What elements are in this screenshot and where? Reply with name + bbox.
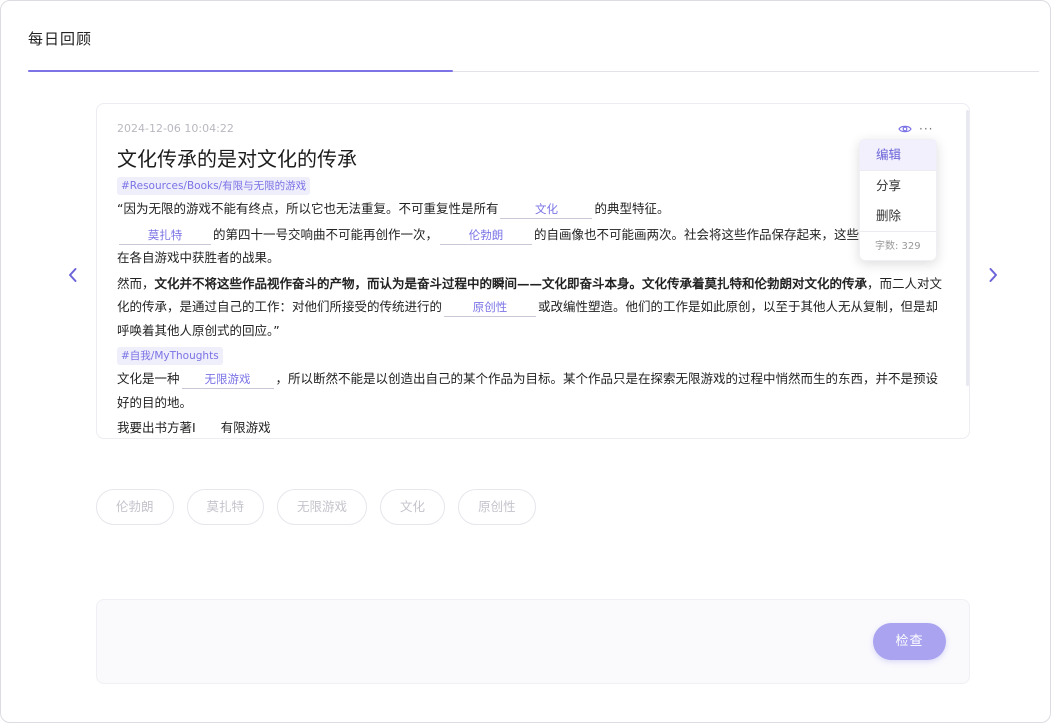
- progress-fill: [28, 70, 453, 72]
- text: 的典型特征。: [594, 201, 670, 216]
- more-options-icon[interactable]: ···: [919, 122, 933, 136]
- menu-item-edit[interactable]: 编辑: [860, 140, 936, 170]
- text: “因为无限的游戏不能有终点，所以它也无法重复。不可重复性是所有: [117, 201, 499, 216]
- cloze-blank-culture[interactable]: 文化: [500, 200, 593, 219]
- text: 的第四十一号交响曲不可能再创作一次，: [213, 226, 439, 242]
- card-title: 文化传承的是对文化的传承: [117, 147, 357, 171]
- cloze-blank-infinite-game[interactable]: 无限游戏: [181, 370, 274, 389]
- text: 然而，: [117, 275, 155, 291]
- chip-mozart[interactable]: 莫扎特: [186, 489, 265, 525]
- paragraph-3: 然而，文化并不将这些作品视作奋斗的产物，而认为是奋斗过程中的瞬间——文化即奋斗本…: [117, 272, 947, 343]
- card-scrollbar[interactable]: [966, 110, 969, 386]
- progress-track: [28, 70, 1039, 72]
- tag-resources[interactable]: #Resources/Books/有限与无限的游戏: [117, 177, 311, 195]
- card-timestamp: 2024-12-06 10:04:22: [117, 122, 234, 135]
- page-title: 每日回顾: [28, 30, 93, 48]
- text: 的自画像也不可能画两次。社会将这些作品保存起来，这些作品也: [534, 226, 897, 242]
- next-card-button[interactable]: [983, 263, 1003, 287]
- bold-text: 文化并不将这些作品视作奋斗的产物，而认为是奋斗过程中的瞬间——文化即奋斗本身。文…: [154, 275, 868, 291]
- paragraph-1: “因为无限的游戏不能有终点，所以它也无法重复。不可重复性是所有 文化 的典型特征。: [117, 197, 947, 221]
- paragraph-5: 我要出书方著I 有限游戏: [117, 416, 947, 438]
- paragraph-4: 文化是一种 无限游戏 ，所以断然不能是以创造出自己的某个作品为目标。某个作品只是在探…: [117, 367, 947, 414]
- paragraph-2: 莫扎特 的第四十一号交响曲不可能再创作一次， 伦勃朗 的自画像也不可能画两次。社会将这…: [117, 223, 947, 270]
- word-count: 字数: 329: [875, 241, 921, 252]
- chevron-right-icon: [989, 268, 997, 282]
- daily-review-window: 每日回顾 2024-12-06 10:04:22 文化传承的是对文化的传承 #R…: [0, 0, 1051, 723]
- cloze-blank-originality[interactable]: 原创性: [444, 298, 537, 317]
- prev-card-button[interactable]: [63, 263, 83, 287]
- text: 在各自游戏中获胜者的战果。: [117, 250, 280, 265]
- answer-area[interactable]: [96, 599, 970, 684]
- answer-chips: 伦勃朗 莫扎特 无限游戏 文化 原创性: [96, 489, 536, 525]
- chip-rembrandt[interactable]: 伦勃朗: [96, 489, 174, 525]
- eye-icon[interactable]: [898, 124, 912, 134]
- review-card: 2024-12-06 10:04:22 文化传承的是对文化的传承 #Resour…: [96, 103, 970, 439]
- chip-originality[interactable]: 原创性: [458, 489, 536, 525]
- card-options-menu: 编辑 分享 删除 字数: 329: [859, 139, 937, 261]
- text: 我要出书方著I 有限游戏: [117, 420, 271, 435]
- tag-mythoughts[interactable]: #自我/MyThoughts: [117, 347, 223, 365]
- check-button[interactable]: 检查: [873, 623, 946, 660]
- chevron-left-icon: [69, 268, 77, 282]
- cloze-blank-rembrandt[interactable]: 伦勃朗: [440, 226, 533, 245]
- menu-item-delete[interactable]: 删除: [860, 201, 936, 231]
- text: 文化是一种: [117, 371, 180, 386]
- card-content: 2024-12-06 10:04:22 文化传承的是对文化的传承 #Resour…: [117, 120, 947, 438]
- menu-item-share[interactable]: 分享: [860, 171, 936, 201]
- cloze-blank-mozart[interactable]: 莫扎特: [119, 226, 211, 245]
- chip-infinite-game[interactable]: 无限游戏: [277, 489, 368, 525]
- chip-culture[interactable]: 文化: [380, 489, 446, 525]
